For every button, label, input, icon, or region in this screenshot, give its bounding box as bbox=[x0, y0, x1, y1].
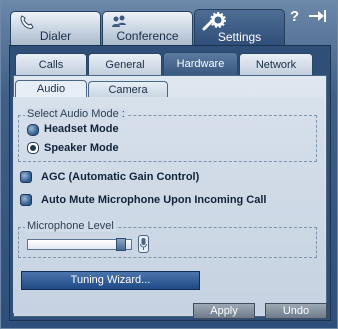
speaker-mode-radio[interactable] bbox=[27, 142, 39, 154]
tab-camera[interactable]: Camera bbox=[88, 81, 168, 98]
pin-icon[interactable] bbox=[308, 9, 328, 28]
agc-label[interactable]: AGC (Automatic Gain Control) bbox=[41, 171, 199, 183]
tab-dialer-label: Dialer bbox=[39, 29, 72, 43]
help-icon[interactable]: ? bbox=[290, 8, 299, 25]
microphone-level-thumb[interactable] bbox=[116, 238, 126, 251]
tab-settings-label: Settings bbox=[217, 30, 262, 44]
microphone-level-fill bbox=[28, 240, 121, 249]
tab-dialer[interactable]: Dialer bbox=[10, 11, 101, 46]
tuning-wizard-button[interactable]: Tuning Wizard... bbox=[21, 271, 200, 290]
speaker-mode-label[interactable]: Speaker Mode bbox=[44, 142, 119, 154]
tab-hardware[interactable]: Hardware bbox=[163, 52, 238, 77]
tab-calls[interactable]: Calls bbox=[15, 53, 87, 76]
microphone-title: Microphone Level bbox=[25, 220, 116, 232]
apply-button[interactable]: Apply bbox=[193, 303, 255, 319]
settings-window: Dialer Conference Settings ? Calls Gener… bbox=[0, 0, 338, 329]
tab-conference[interactable]: Conference bbox=[102, 11, 193, 46]
headset-mode-label[interactable]: Headset Mode bbox=[44, 123, 119, 135]
auto-mute-checkbox[interactable] bbox=[20, 194, 32, 206]
tab-settings[interactable]: Settings bbox=[194, 9, 285, 47]
headset-mode-radio[interactable] bbox=[27, 124, 39, 136]
tab-general[interactable]: General bbox=[88, 53, 162, 76]
agc-checkbox[interactable] bbox=[20, 171, 32, 183]
auto-mute-label[interactable]: Auto Mute Microphone Upon Incoming Call bbox=[41, 194, 266, 206]
microphone-icon bbox=[138, 235, 149, 253]
tab-conference-label: Conference bbox=[116, 29, 179, 43]
audio-mode-title: Select Audio Mode : bbox=[25, 108, 127, 120]
undo-button[interactable]: Undo bbox=[265, 303, 327, 319]
tab-network[interactable]: Network bbox=[239, 53, 313, 76]
